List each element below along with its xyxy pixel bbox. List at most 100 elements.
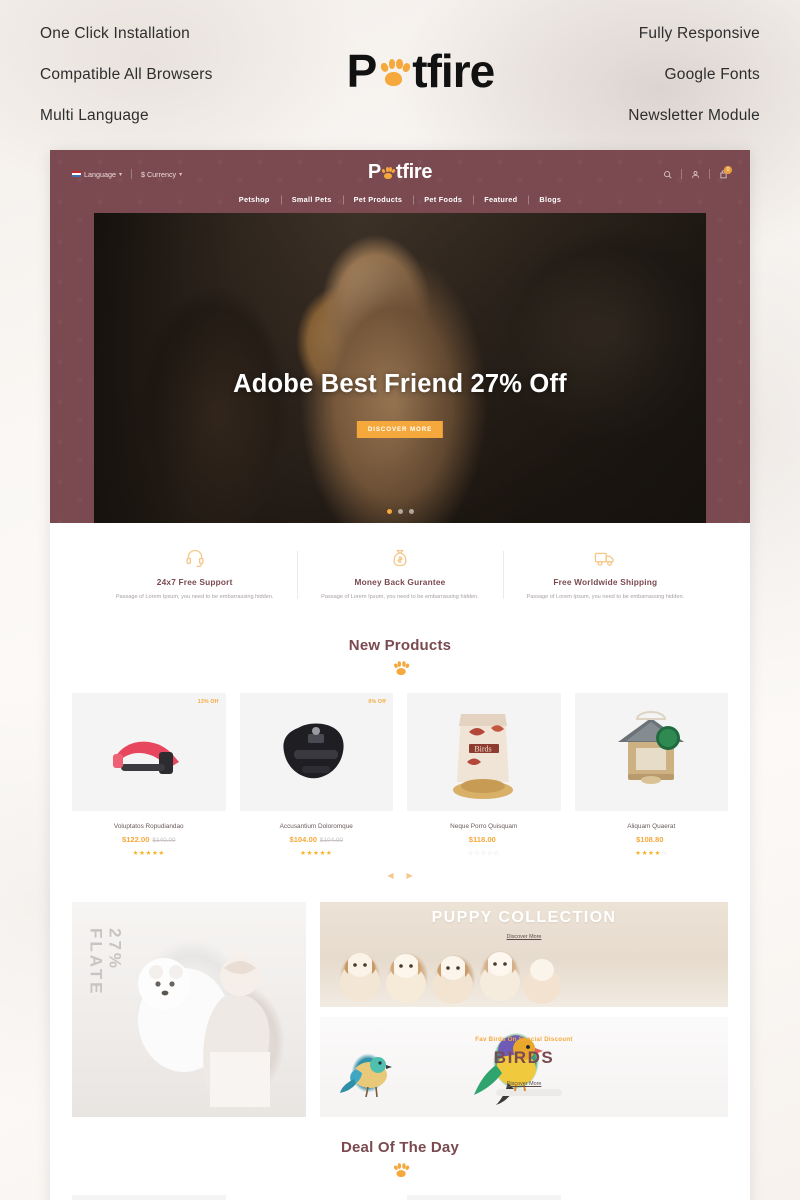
product-card[interactable] bbox=[240, 1195, 394, 1200]
price-current: $104.00 bbox=[289, 834, 317, 844]
promo-feature: Multi Language bbox=[40, 107, 149, 124]
paw-print-icon bbox=[381, 165, 397, 180]
nav-item-featured[interactable]: Featured bbox=[473, 195, 528, 204]
product-image[interactable]: 0% Off bbox=[239, 692, 393, 811]
language-selector[interactable]: Language ▾ bbox=[72, 170, 122, 179]
product-rating: ★★★★★ bbox=[300, 849, 333, 857]
chevron-down-icon: ▾ bbox=[118, 171, 122, 178]
banner-puppy-collection[interactable]: PUPPY COLLECTION Discover More bbox=[320, 901, 728, 1007]
product-card[interactable]: 0% Off bbox=[72, 1194, 226, 1200]
paw-divider-icon bbox=[50, 1162, 750, 1177]
service-item-support: 24x7 Free Support Passage of Lorem Ipsum… bbox=[92, 547, 297, 603]
product-price: $118.00 bbox=[407, 835, 561, 844]
product-rating: ☆☆☆☆☆ bbox=[467, 849, 500, 857]
service-title: Free Worldwide Shipping bbox=[553, 577, 658, 587]
product-image[interactable]: 13% Off bbox=[72, 692, 226, 811]
nav-item-pet-products[interactable]: Pet Products bbox=[343, 195, 414, 204]
hero-slider[interactable]: Adobe Best Friend 27% Off DISCOVER MORE bbox=[94, 213, 706, 523]
product-card[interactable]: Aliquam Quaerat $108.80 ★★★★☆ bbox=[574, 692, 729, 857]
money-bag-icon bbox=[311, 547, 488, 569]
truck-icon bbox=[517, 547, 694, 569]
site-logo-post: tfire bbox=[395, 161, 433, 183]
product-price: $108.80 bbox=[575, 835, 729, 844]
nav-item-blogs[interactable]: Blogs bbox=[528, 195, 572, 204]
banners-section: 27% FLATE PUPPY COLLECTION Discover More… bbox=[50, 880, 750, 1117]
chevron-down-icon: ▾ bbox=[179, 171, 183, 178]
product-card[interactable]: 8% Off bbox=[407, 1194, 561, 1200]
carousel-next-arrow[interactable]: ▶ bbox=[407, 871, 413, 880]
price-current: $108.80 bbox=[636, 834, 664, 844]
cart-count-badge: 0 bbox=[724, 165, 732, 174]
product-card[interactable]: 0% Off Accusantium Doloromque $104.00 $10… bbox=[239, 692, 394, 857]
carousel-controls: ◀ ▶ bbox=[50, 857, 750, 880]
product-name: Aliquam Quaerat bbox=[627, 822, 676, 830]
language-label: Language bbox=[84, 169, 116, 179]
search-icon[interactable] bbox=[663, 170, 672, 179]
product-name: Neque Porro Quisquam bbox=[450, 822, 518, 830]
flag-icon bbox=[72, 171, 81, 177]
topbar-selectors: Language ▾ $ Currency ▾ bbox=[72, 169, 182, 179]
hero-title: Adobe Best Friend 27% Off bbox=[233, 370, 567, 398]
new-products-heading: New Products bbox=[50, 623, 750, 675]
promo-features-left: One Click Installation Compatible All Br… bbox=[40, 25, 213, 125]
discover-more-link[interactable]: Discover More bbox=[320, 1081, 728, 1087]
carousel-prev-arrow[interactable]: ◀ bbox=[387, 871, 393, 880]
price-current: $118.00 bbox=[468, 834, 496, 844]
service-title: Money Back Gurantee bbox=[354, 577, 446, 587]
slider-dot[interactable] bbox=[408, 509, 414, 514]
slider-dot[interactable] bbox=[397, 509, 403, 514]
service-description: Passage of Lorem Ipsum, you need to be e… bbox=[526, 594, 685, 600]
banner-subtitle: Fav Birds On Special Discount bbox=[475, 1035, 573, 1043]
currency-selector[interactable]: $ Currency ▾ bbox=[141, 170, 182, 179]
discover-more-button[interactable]: DISCOVER MORE bbox=[356, 421, 444, 438]
product-image[interactable]: Birds bbox=[407, 692, 561, 811]
site-topbar: Language ▾ $ Currency ▾ P tfire 0 Petsho… bbox=[50, 150, 750, 523]
promo-feature: Compatible All Browsers bbox=[40, 66, 213, 83]
promo-logo-pre: P bbox=[346, 45, 378, 97]
product-image[interactable] bbox=[574, 692, 728, 811]
main-navigation: Petshop Small Pets Pet Products Pet Food… bbox=[72, 189, 728, 213]
user-account-icon[interactable] bbox=[691, 170, 700, 179]
nav-item-pet-foods[interactable]: Pet Foods bbox=[413, 195, 473, 204]
paw-print-icon bbox=[377, 54, 411, 88]
service-description: Passage of Lorem Ipsum, you need to be e… bbox=[321, 594, 479, 600]
slider-dot[interactable] bbox=[386, 509, 392, 514]
promo-feature: One Click Installation bbox=[40, 25, 190, 42]
service-item-shipping: Free Worldwide Shipping Passage of Lorem… bbox=[502, 547, 708, 603]
promo-feature: Google Fonts bbox=[664, 66, 760, 83]
product-rating: ★★★★★ bbox=[132, 849, 165, 857]
service-description: Passage of Lorem Ipsum, you need to be e… bbox=[115, 594, 274, 600]
promo-feature: Fully Responsive bbox=[638, 25, 760, 42]
product-name: Accusantium Doloromque bbox=[279, 822, 353, 830]
divider bbox=[681, 169, 682, 179]
section-title: Deal Of The Day bbox=[340, 1138, 460, 1156]
product-image[interactable]: 0% Off bbox=[72, 1194, 226, 1200]
product-price: $104.00 $104.00 bbox=[240, 835, 394, 844]
banner-title: BIRDS bbox=[493, 1047, 555, 1067]
divider bbox=[131, 169, 132, 179]
deal-of-day-heading: Deal Of The Day bbox=[50, 1117, 750, 1177]
shopping-cart-icon[interactable]: 0 bbox=[719, 165, 732, 179]
currency-label: $ Currency bbox=[141, 169, 177, 179]
discover-more-link[interactable]: Discover More bbox=[320, 934, 728, 940]
banner-flat-discount[interactable]: 27% FLATE bbox=[72, 901, 306, 1117]
headset-icon bbox=[106, 547, 283, 569]
banner-birds[interactable]: Fav Birds On Special Discount BIRDS Disc… bbox=[320, 1016, 728, 1117]
promo-header: One Click Installation Compatible All Br… bbox=[0, 0, 800, 150]
discount-badge: 13% Off bbox=[197, 698, 219, 705]
product-card[interactable]: 13% Off Voluptatos Ropudiandao $122.00 $1… bbox=[72, 692, 226, 857]
promo-logo: P tfire bbox=[346, 44, 496, 98]
promo-logo-post: tfire bbox=[412, 45, 495, 97]
banner-column: PUPPY COLLECTION Discover More Fav Birds… bbox=[320, 901, 728, 1117]
price-current: $122.00 bbox=[121, 834, 150, 844]
site-logo-pre: P bbox=[367, 161, 381, 183]
nav-item-petshop[interactable]: Petshop bbox=[228, 195, 281, 204]
section-title: New Products bbox=[348, 636, 452, 654]
new-products-grid: 13% Off Voluptatos Ropudiandao $122.00 $1… bbox=[50, 675, 750, 857]
deal-of-day-grid: 0% Off 8% Off bbox=[50, 1177, 750, 1200]
product-price: $122.00 $140.00 bbox=[72, 835, 226, 844]
product-card[interactable]: Birds Neque Porro Quisquam $118.00 ☆☆☆☆☆ bbox=[407, 692, 561, 857]
product-image[interactable]: 8% Off bbox=[407, 1194, 561, 1200]
nav-item-small-pets[interactable]: Small Pets bbox=[281, 195, 343, 204]
product-card[interactable] bbox=[575, 1195, 729, 1200]
